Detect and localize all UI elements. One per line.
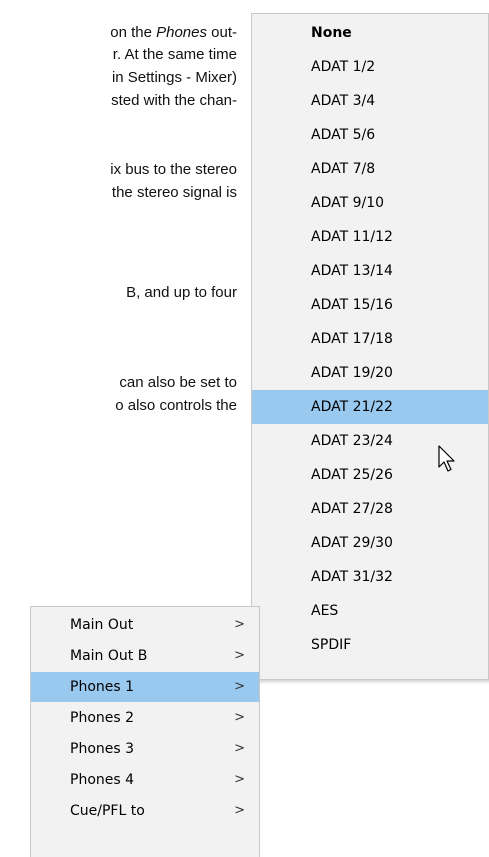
menu-item-main-out-b[interactable]: Main Out B > (31, 641, 259, 671)
doc-line-8: can also be set to (119, 374, 237, 391)
chevron-right-icon: > (234, 679, 245, 694)
menu-item-label: Phones 4 (70, 772, 135, 788)
chevron-right-icon: > (234, 741, 245, 756)
submenu-item-aes[interactable]: AES (252, 594, 488, 628)
submenu-item-none[interactable]: None (252, 16, 488, 50)
doc-line-3: in Settings - Mixer) (111, 69, 237, 86)
menu-item-label: Phones 2 (70, 710, 135, 726)
submenu-item-spdif[interactable]: SPDIF (252, 628, 488, 662)
submenu-item-adat-11-12[interactable]: ADAT 11/12 (252, 220, 488, 254)
channel-submenu: None ADAT 1/2 ADAT 3/4 ADAT 5/6 ADAT 7/8… (251, 13, 489, 680)
menu-item-label: Phones 3 (70, 741, 135, 757)
doc-line-1-post: out- (206, 24, 237, 41)
arrow-pointer-icon (438, 445, 455, 472)
submenu-item-adat-9-10[interactable]: ADAT 9/10 (252, 186, 488, 220)
submenu-item-adat-29-30[interactable]: ADAT 29/30 (252, 526, 488, 560)
submenu-item-adat-5-6[interactable]: ADAT 5/6 (252, 118, 488, 152)
menu-item-label: Phones 1 (70, 679, 135, 695)
doc-line-1-em: Phones (156, 24, 207, 41)
menu-item-phones-1[interactable]: Phones 1 > (31, 672, 259, 702)
submenu-item-adat-1-2[interactable]: ADAT 1/2 (252, 50, 488, 84)
submenu-item-adat-31-32[interactable]: ADAT 31/32 (252, 560, 488, 594)
doc-line-4: sted with the chan- (111, 92, 237, 109)
submenu-item-adat-21-22[interactable]: ADAT 21/22 (252, 390, 488, 424)
chevron-right-icon: > (234, 710, 245, 725)
doc-line-2: r. At the same time (112, 46, 237, 63)
submenu-item-adat-7-8[interactable]: ADAT 7/8 (252, 152, 488, 186)
chevron-right-icon: > (234, 772, 245, 787)
menu-item-phones-3[interactable]: Phones 3 > (31, 734, 259, 764)
menu-item-label: Main Out B (70, 648, 148, 664)
menu-item-phones-2[interactable]: Phones 2 > (31, 703, 259, 733)
chevron-right-icon: > (234, 803, 245, 818)
doc-line-9: o also controls the (115, 397, 237, 414)
submenu-item-adat-17-18[interactable]: ADAT 17/18 (252, 322, 488, 356)
chevron-right-icon: > (234, 648, 245, 663)
submenu-item-adat-15-16[interactable]: ADAT 15/16 (252, 288, 488, 322)
submenu-item-adat-13-14[interactable]: ADAT 13/14 (252, 254, 488, 288)
doc-line-5: ix bus to the stereo (110, 161, 237, 178)
menu-item-main-out[interactable]: Main Out > (31, 610, 259, 640)
submenu-item-adat-3-4[interactable]: ADAT 3/4 (252, 84, 488, 118)
doc-line-6: the stereo signal is (111, 184, 237, 201)
menu-item-phones-4[interactable]: Phones 4 > (31, 765, 259, 795)
submenu-item-adat-27-28[interactable]: ADAT 27/28 (252, 492, 488, 526)
doc-line-1-pre: on the (110, 24, 157, 41)
submenu-item-adat-19-20[interactable]: ADAT 19/20 (252, 356, 488, 390)
menu-item-label: Main Out (70, 617, 134, 633)
menu-item-label: Cue/PFL to (70, 803, 145, 819)
doc-line-7: B, and up to four (126, 284, 237, 301)
output-context-menu: Main Out > Main Out B > Phones 1 > Phone… (30, 606, 260, 857)
menu-item-cue-pfl-to[interactable]: Cue/PFL to > (31, 796, 259, 826)
chevron-right-icon: > (234, 617, 245, 632)
doc-line-1: on the Phones out- (110, 24, 237, 41)
